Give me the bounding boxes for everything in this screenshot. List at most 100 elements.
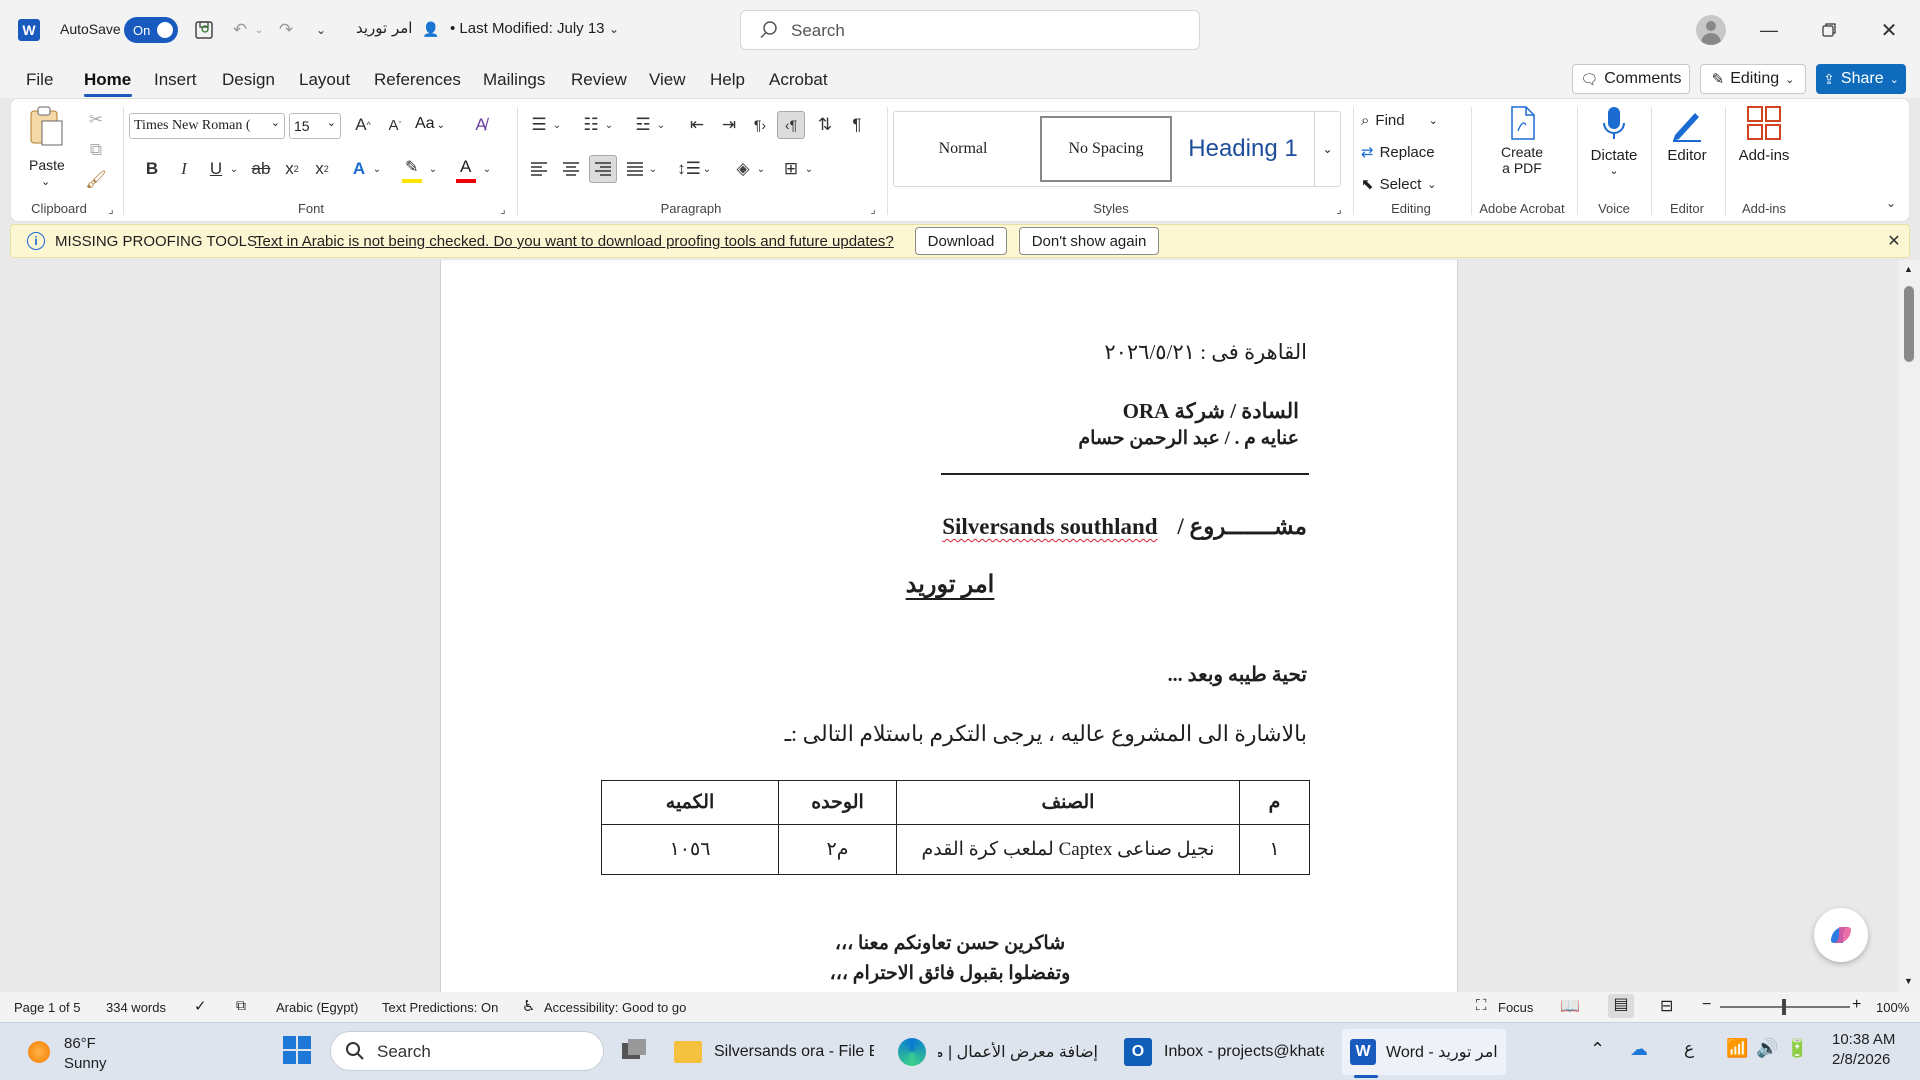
tab-review[interactable]: Review	[571, 70, 627, 90]
bullets-dropdown-icon[interactable]: ⌄	[551, 111, 563, 139]
styles-launcher-icon[interactable]: ⌟	[1331, 201, 1347, 217]
language-status[interactable]: Arabic (Egypt)	[276, 1000, 358, 1015]
align-right-icon[interactable]	[589, 155, 617, 183]
task-view-icon[interactable]	[620, 1037, 650, 1065]
tab-acrobat[interactable]: Acrobat	[769, 70, 828, 90]
clock-date[interactable]: 2/8/2026	[1832, 1051, 1890, 1068]
read-mode-icon[interactable]: 📖	[1560, 996, 1580, 1016]
zoom-level[interactable]: 100%	[1876, 1000, 1909, 1015]
download-button[interactable]: Download	[915, 227, 1007, 255]
taskbar-search[interactable]: Search	[330, 1031, 604, 1071]
font-color-dropdown-icon[interactable]: ⌄	[481, 155, 493, 183]
vertical-scrollbar[interactable]: ▲ ▼	[1898, 260, 1920, 992]
account-avatar[interactable]	[1696, 15, 1726, 45]
tab-home[interactable]: Home	[84, 70, 131, 90]
cut-icon[interactable]: ✂	[83, 107, 109, 133]
change-case-button[interactable]: Aa ⌄	[415, 115, 455, 139]
font-launcher-icon[interactable]: ⌟	[495, 201, 511, 217]
highlight-dropdown-icon[interactable]: ⌄	[427, 155, 439, 183]
onedrive-icon[interactable]: ☁	[1630, 1039, 1648, 1060]
page-count[interactable]: Page 1 of 5	[14, 1000, 81, 1015]
battery-icon[interactable]: 🔋	[1786, 1038, 1808, 1059]
restore-icon[interactable]	[1806, 12, 1852, 48]
grow-font-icon[interactable]: A ^	[349, 111, 377, 139]
numbering-dropdown-icon[interactable]: ⌄	[603, 111, 615, 139]
accessibility-status[interactable]: Accessibility: Good to go	[544, 1000, 686, 1015]
bullets-icon[interactable]: ☰	[525, 111, 553, 139]
proofing-icon[interactable]: ✓	[194, 997, 207, 1015]
tab-insert[interactable]: Insert	[154, 70, 197, 90]
underline-icon[interactable]: U	[203, 155, 229, 183]
decrease-indent-icon[interactable]: ⇤	[683, 111, 711, 139]
align-left-icon[interactable]	[525, 155, 553, 183]
select-button[interactable]: ⬉ Select ⌄	[1361, 171, 1461, 197]
justify-dropdown-icon[interactable]: ⌄	[647, 155, 659, 183]
text-predictions[interactable]: Text Predictions: On	[382, 1000, 498, 1015]
shading-icon[interactable]: ◈	[729, 155, 757, 183]
tab-design[interactable]: Design	[222, 70, 275, 90]
taskbar-outlook[interactable]: O Inbox - projects@khater	[1124, 1029, 1328, 1075]
document-page[interactable]: القاهرة فى : ٢٠٢٦/٥/٢١ السادة / شركة ORA…	[440, 260, 1458, 992]
show-marks-icon[interactable]: ¶	[843, 111, 871, 139]
text-effects-dropdown-icon[interactable]: ⌄	[371, 155, 383, 183]
style-normal[interactable]: Normal	[898, 116, 1028, 182]
font-name-select[interactable]: Times New Roman ( ⌄	[129, 113, 285, 139]
undo-icon[interactable]: ↶	[226, 16, 254, 44]
rtl-icon[interactable]: ‹¶	[777, 111, 805, 139]
bold-icon[interactable]: B	[139, 155, 165, 183]
zoom-slider-thumb[interactable]	[1782, 999, 1786, 1015]
highlight-icon[interactable]: ✎	[399, 157, 427, 185]
search-box[interactable]: Search	[740, 10, 1200, 50]
minimize-icon[interactable]: —	[1746, 12, 1792, 48]
tab-view[interactable]: View	[649, 70, 686, 90]
justify-icon[interactable]	[621, 155, 649, 183]
undo-dropdown-icon[interactable]: ⌄	[252, 16, 266, 44]
superscript-icon[interactable]: x2	[309, 155, 335, 183]
borders-dropdown-icon[interactable]: ⌄	[803, 155, 815, 183]
subscript-icon[interactable]: x2	[279, 155, 305, 183]
addins-button[interactable]: Add-ins	[1731, 105, 1797, 195]
styles-more-button[interactable]: ⌄	[1314, 112, 1340, 186]
style-no-spacing[interactable]: No Spacing	[1040, 116, 1172, 182]
numbering-icon[interactable]: ☷	[577, 111, 605, 139]
style-heading-1[interactable]: Heading 1	[1176, 116, 1310, 182]
close-icon[interactable]: ✕	[1866, 12, 1912, 48]
underline-dropdown-icon[interactable]: ⌄	[227, 155, 241, 183]
scroll-thumb[interactable]	[1904, 286, 1914, 362]
italic-icon[interactable]: I	[171, 155, 197, 183]
replace-button[interactable]: ⇄ Replace	[1361, 139, 1461, 165]
show-hidden-icons[interactable]: ⌃	[1590, 1039, 1605, 1060]
taskbar-file-explorer[interactable]: Silversands ora - File Ex	[674, 1029, 878, 1075]
font-color-icon[interactable]: A	[453, 157, 481, 185]
collapse-ribbon-icon[interactable]: ⌄	[1881, 193, 1901, 213]
shrink-font-icon[interactable]: Aˇ	[381, 111, 409, 139]
create-pdf-button[interactable]: Create a PDF	[1479, 105, 1565, 195]
scroll-up-icon[interactable]: ▲	[1904, 264, 1913, 274]
paste-button[interactable]: Paste ⌄	[25, 105, 69, 193]
message-link[interactable]: Text in Arabic is not being checked. Do …	[255, 233, 894, 250]
taskbar-edge[interactable]: إضافة معرض الأعمال | مس	[898, 1029, 1098, 1075]
copy-icon[interactable]: ⧉	[83, 137, 109, 163]
clear-formatting-icon[interactable]: A̸	[467, 111, 495, 139]
scroll-down-icon[interactable]: ▼	[1904, 976, 1913, 986]
last-modified-chevron-icon[interactable]: ⌄	[606, 18, 622, 40]
dont-show-again-button[interactable]: Don't show again	[1019, 227, 1159, 255]
zoom-in-icon[interactable]: +	[1852, 996, 1861, 1014]
strikethrough-icon[interactable]: ab	[247, 155, 275, 183]
web-layout-icon[interactable]: ⊟	[1660, 996, 1673, 1016]
comments-button[interactable]: 🗨 Comments	[1572, 64, 1690, 94]
volume-icon[interactable]: 🔊	[1756, 1038, 1778, 1059]
taskbar-word[interactable]: W Word - امر توريد	[1342, 1029, 1506, 1075]
line-spacing-dropdown-icon[interactable]: ⌄	[701, 155, 713, 183]
multilevel-dropdown-icon[interactable]: ⌄	[655, 111, 667, 139]
autosave-toggle[interactable]: On	[124, 17, 178, 43]
redo-icon[interactable]: ↷	[272, 16, 300, 44]
paragraph-launcher-icon[interactable]: ⌟	[865, 201, 881, 217]
align-center-icon[interactable]	[557, 155, 585, 183]
find-button[interactable]: ⌕ Find ⌄	[1361, 107, 1461, 133]
focus-button[interactable]: Focus	[1498, 1000, 1533, 1015]
save-icon[interactable]	[190, 16, 218, 44]
ime-indicator[interactable]: ع	[1684, 1039, 1694, 1059]
zoom-slider[interactable]	[1720, 999, 1850, 1015]
clipboard-launcher-icon[interactable]: ⌟	[103, 201, 119, 217]
